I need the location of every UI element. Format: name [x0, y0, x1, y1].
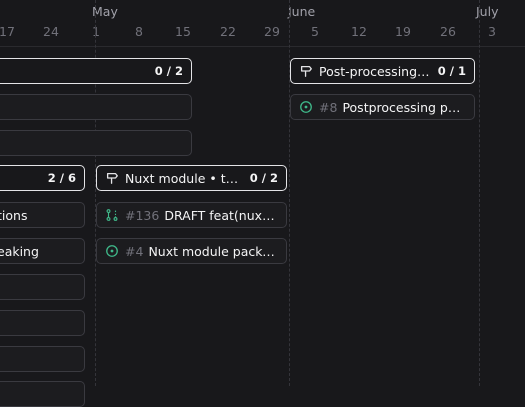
- milestone-bar[interactable]: Post-processing P... 0 / 1: [290, 58, 475, 84]
- milestone-bar[interactable]: 2 / 6: [0, 165, 85, 191]
- milestone-title: Post-processing P...: [319, 63, 430, 79]
- day-label: 15: [175, 24, 191, 39]
- milestone-progress-count: 0 / 2: [154, 64, 183, 78]
- issue-card[interactable]: [0, 274, 85, 300]
- day-label: 1: [92, 24, 100, 39]
- month-label-june: June: [288, 4, 316, 19]
- milestone-progress-count: 0 / 2: [249, 171, 278, 185]
- milestone-signpost-icon: [299, 64, 313, 78]
- milestone-signpost-icon: [105, 171, 119, 185]
- day-label: 29: [264, 24, 280, 39]
- issue-card[interactable]: [0, 94, 192, 120]
- day-label: 24: [43, 24, 59, 39]
- day-label: 5: [311, 24, 319, 39]
- issue-card[interactable]: tions: [0, 202, 85, 228]
- issue-card[interactable]: #8 Postprocessing pac...: [290, 94, 475, 120]
- issue-title: Nuxt module package: [148, 243, 278, 259]
- issue-number: #4: [125, 243, 144, 259]
- issue-card[interactable]: [0, 381, 85, 407]
- day-label: 3: [488, 24, 496, 39]
- issue-open-icon: [105, 244, 119, 258]
- pull-request-draft-icon: [105, 208, 119, 222]
- header-divider: [0, 46, 525, 47]
- day-label: 19: [395, 24, 411, 39]
- day-label: 17: [0, 24, 15, 39]
- issue-title: tions: [0, 207, 28, 223]
- pull-request-title: DRAFT feat(nuxt):...: [164, 207, 278, 223]
- month-boundary-line: [289, 0, 290, 386]
- milestone-bar[interactable]: Nuxt module • tres... 0 / 2: [96, 165, 287, 191]
- month-boundary-line: [479, 0, 480, 386]
- issue-number: #8: [319, 99, 338, 115]
- pull-request-card[interactable]: #136 DRAFT feat(nuxt):...: [96, 202, 287, 228]
- timeline-header: May June July 17 24 1 8 15 22 29 5 12 19…: [0, 0, 525, 46]
- milestone-title: Nuxt module • tres...: [125, 170, 242, 186]
- issue-card[interactable]: [0, 310, 85, 336]
- day-label: 8: [135, 24, 143, 39]
- issue-card[interactable]: [0, 346, 85, 372]
- day-label: 12: [351, 24, 367, 39]
- issue-card[interactable]: #4 Nuxt module package: [96, 238, 287, 264]
- issue-title: Postprocessing pac...: [342, 99, 466, 115]
- issue-open-icon: [299, 100, 313, 114]
- issue-title: eaking: [0, 243, 39, 259]
- milestone-progress-count: 2 / 6: [47, 171, 76, 185]
- milestone-bar[interactable]: 0 / 2: [0, 58, 192, 84]
- day-label: 26: [440, 24, 456, 39]
- day-label: 22: [220, 24, 236, 39]
- pull-request-number: #136: [125, 207, 160, 223]
- milestone-progress-count: 0 / 1: [437, 64, 466, 78]
- issue-card[interactable]: eaking: [0, 238, 85, 264]
- issue-card[interactable]: [0, 130, 192, 156]
